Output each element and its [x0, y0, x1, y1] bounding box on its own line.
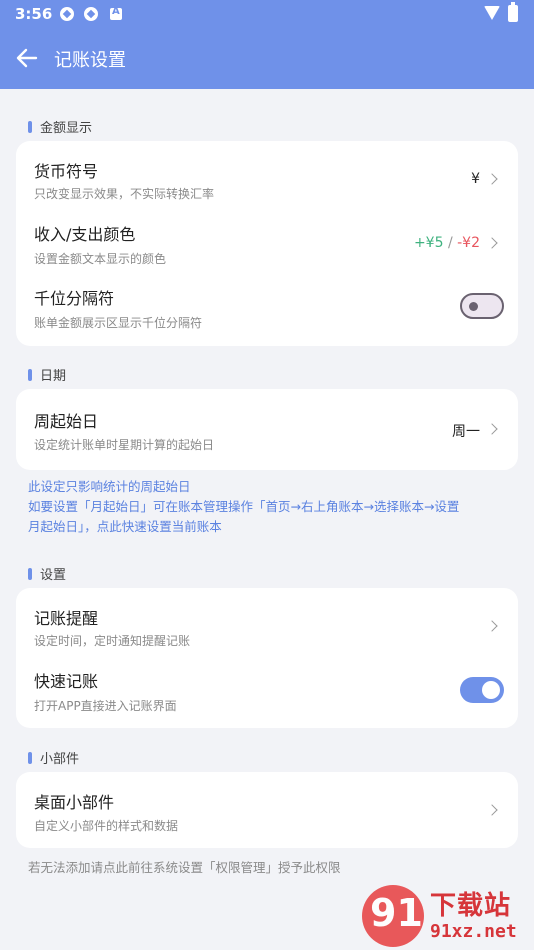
chevron-right-icon [486, 237, 498, 249]
app-notification-icon [60, 7, 74, 21]
watermark-url: 91xz.net [430, 921, 517, 942]
back-arrow-icon[interactable] [14, 45, 40, 71]
toggle-knob [469, 302, 478, 311]
chevron-right-icon [486, 620, 498, 632]
row-subtitle: 自定义小部件的样式和数据 [34, 819, 179, 833]
note-line: 如要设置「月起始日」可在账本管理操作「首页→右上角账本→选择账本→设置 [28, 499, 460, 514]
row-subtitle: 设置金额文本显示的颜色 [34, 252, 167, 266]
row-title: 货币符号 [34, 162, 99, 181]
row-title: 桌面小部件 [34, 793, 115, 812]
section-label-settings: 设置 [28, 564, 66, 583]
section-label-text: 日期 [40, 369, 67, 384]
status-time: 3:56 [15, 5, 53, 23]
battery-icon [508, 2, 518, 22]
row-title: 收入/支出颜色 [34, 225, 136, 244]
font-notification-icon [110, 6, 122, 20]
section-label-widget: 小部件 [28, 748, 79, 767]
watermark-logo-text: 91 [370, 891, 423, 935]
note-line: 此设定只影响统计的周起始日 [28, 479, 191, 494]
row-subtitle: 只改变显示效果，不实际转换汇率 [34, 187, 215, 201]
section-accent-bar [28, 368, 32, 381]
amount-settings-card: 货币符号 只改变显示效果，不实际转换汇率 ¥ 收入/支出颜色 设置金额文本显示的… [16, 141, 518, 346]
section-label-text: 金额显示 [40, 121, 93, 136]
watermark-logo: 91 [362, 885, 424, 947]
site-watermark: 91 下载站 91xz.net [362, 885, 530, 947]
income-preview: +¥5 [413, 235, 444, 251]
wifi-icon [484, 6, 500, 20]
note-line: 月起始日」，点此快速设置当前账本 [28, 519, 222, 534]
page-title: 记账设置 [54, 50, 126, 71]
chevron-right-icon [486, 423, 498, 435]
section-label-amount: 金额显示 [28, 117, 92, 136]
week-start-note[interactable]: 此设定只影响统计的周起始日 如要设置「月起始日」可在账本管理操作「首页→右上角账… [28, 477, 508, 537]
row-subtitle: 账单金额展示区显示千位分隔符 [34, 316, 203, 330]
preview-separator: / [447, 235, 453, 251]
app-notification-icon [84, 7, 98, 21]
expense-preview: -¥2 [457, 235, 480, 251]
status-bar: 3:56 [0, 0, 534, 28]
desktop-widget-row[interactable]: 桌面小部件 自定义小部件的样式和数据 [16, 772, 518, 848]
thousands-separator-row: 千位分隔符 账单金额展示区显示千位分隔符 [16, 271, 518, 346]
section-accent-bar [28, 751, 32, 764]
row-subtitle: 设定统计账单时星期计算的起始日 [34, 438, 215, 452]
row-title: 记账提醒 [34, 609, 99, 628]
app-header: 3:56 记账设置 [0, 0, 534, 89]
thousands-separator-toggle[interactable] [460, 293, 504, 319]
section-accent-bar [28, 120, 32, 133]
chevron-right-icon [486, 804, 498, 816]
general-settings-card: 记账提醒 设定时间，定时通知提醒记账 快速记账 打开APP直接进入记账界面 [16, 588, 518, 728]
section-label-date: 日期 [28, 365, 66, 384]
widget-settings-card: 桌面小部件 自定义小部件的样式和数据 [16, 772, 518, 848]
currency-value: ¥ [471, 171, 480, 187]
chevron-right-icon [486, 173, 498, 185]
row-title: 千位分隔符 [34, 289, 115, 308]
income-expense-color-row[interactable]: 收入/支出颜色 设置金额文本显示的颜色 +¥5 / -¥2 [16, 207, 518, 271]
section-accent-bar [28, 567, 32, 580]
row-subtitle: 打开APP直接进入记账界面 [34, 699, 177, 713]
section-label-text: 设置 [40, 568, 67, 583]
week-start-row[interactable]: 周起始日 设定统计账单时星期计算的起始日 周一 [16, 389, 518, 470]
row-title: 周起始日 [34, 412, 99, 431]
toggle-knob [482, 681, 500, 699]
bookkeeping-reminder-row[interactable]: 记账提醒 设定时间，定时通知提醒记账 [16, 588, 518, 654]
row-subtitle: 设定时间，定时通知提醒记账 [34, 634, 191, 648]
widget-permission-note[interactable]: 若无法添加请点此前往系统设置「权限管理」授予此权限 [28, 857, 341, 876]
week-start-value: 周一 [452, 424, 480, 440]
date-settings-card: 周起始日 设定统计账单时星期计算的起始日 周一 [16, 389, 518, 470]
row-title: 快速记账 [34, 672, 99, 691]
quick-bookkeeping-row: 快速记账 打开APP直接进入记账界面 [16, 654, 518, 728]
watermark-title: 下载站 [430, 891, 512, 921]
quick-bookkeeping-toggle[interactable] [460, 677, 504, 703]
section-label-text: 小部件 [40, 752, 80, 767]
currency-symbol-row[interactable]: 货币符号 只改变显示效果，不实际转换汇率 ¥ [16, 141, 518, 207]
color-preview: +¥5 / -¥2 [414, 235, 480, 251]
